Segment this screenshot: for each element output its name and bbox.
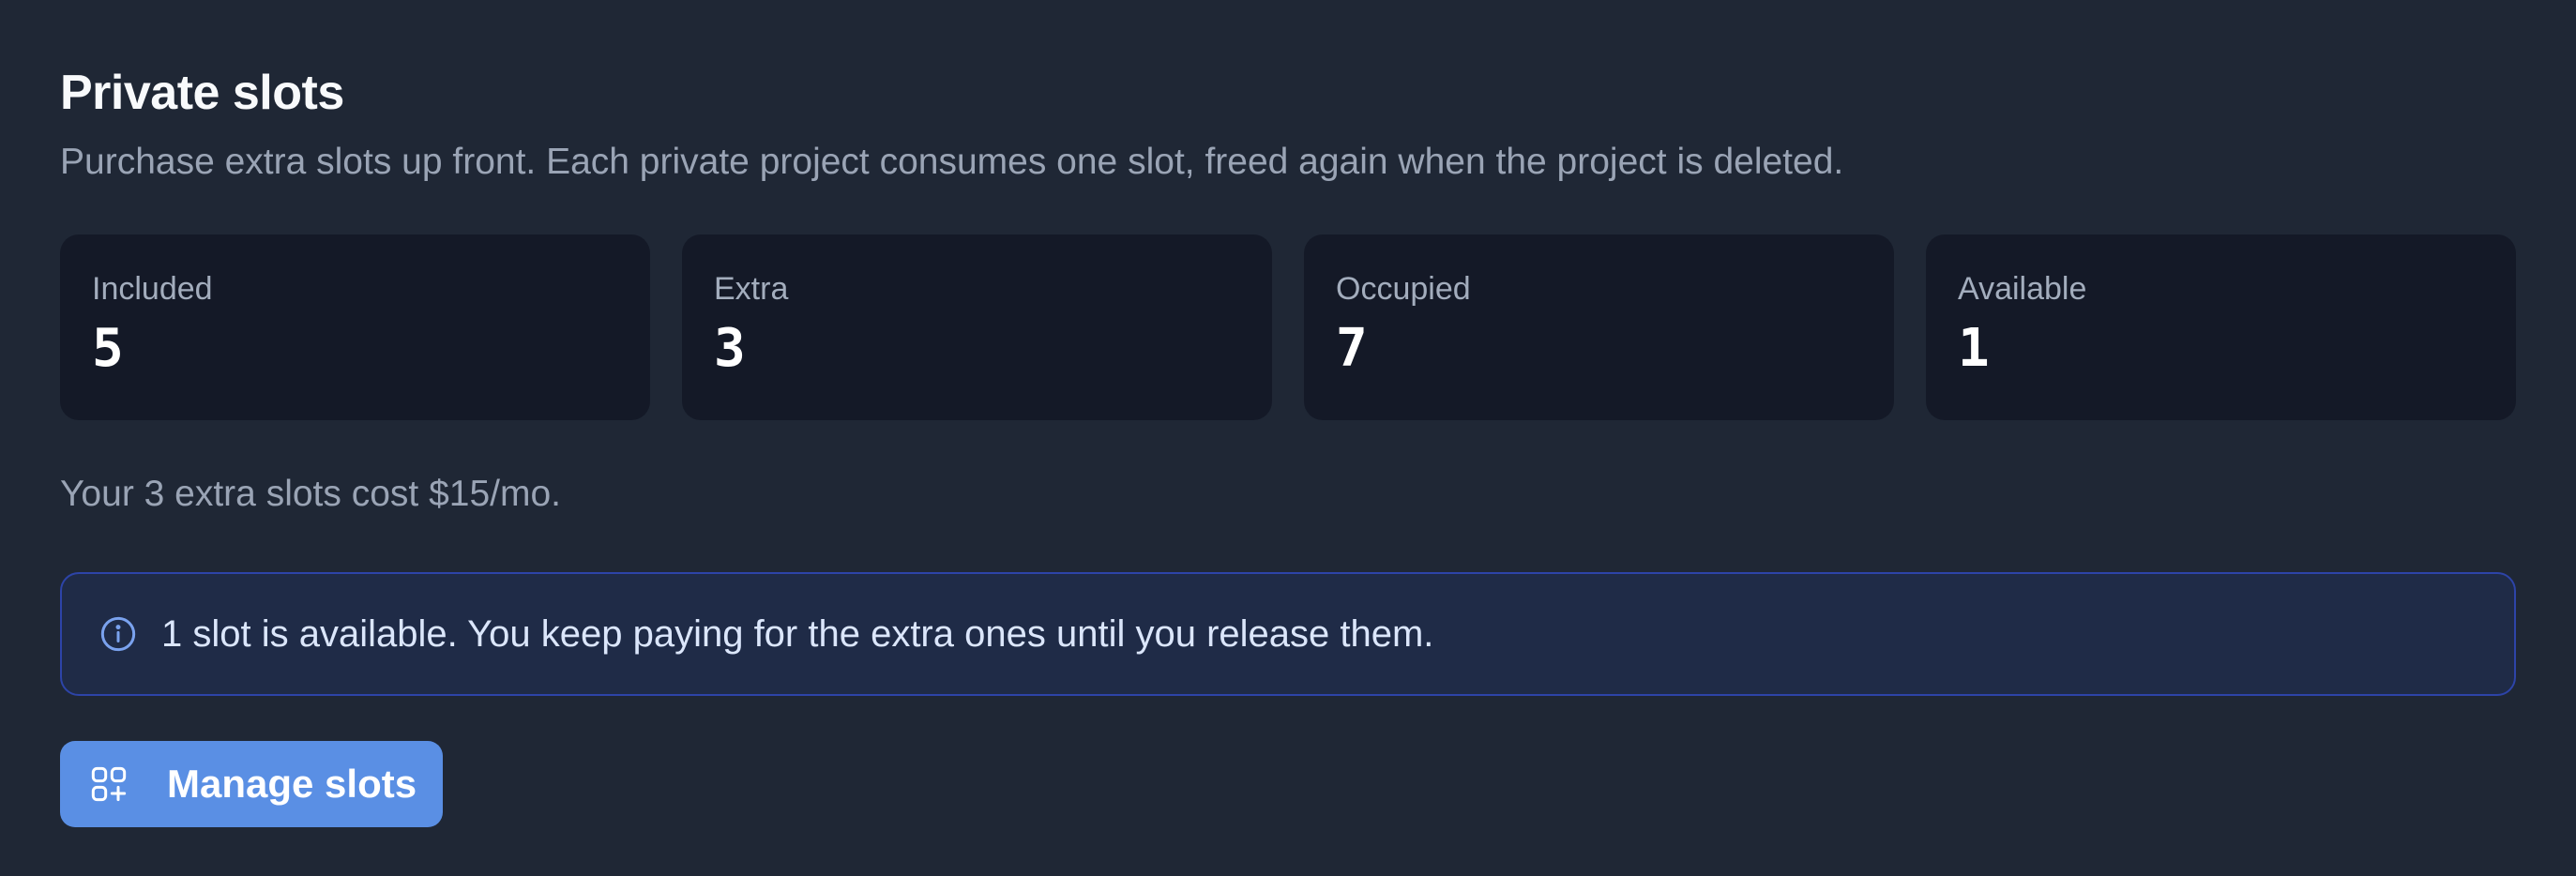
stat-value: 3 [714, 318, 746, 379]
manage-slots-label: Manage slots [167, 762, 417, 806]
section-description: Purchase extra slots up front. Each priv… [60, 142, 1844, 182]
private-slots-panel: Private slots Purchase extra slots up fr… [0, 0, 2576, 876]
stat-card-occupied: Occupied 7 [1304, 234, 1894, 420]
stat-label: Available [1958, 271, 2087, 307]
slot-stats: Included 5 Extra 3 Occupied 7 Available … [60, 234, 2516, 420]
stat-label: Occupied [1336, 271, 1471, 307]
info-banner-text: 1 slot is available. You keep paying for… [161, 613, 1434, 655]
stat-card-extra: Extra 3 [682, 234, 1272, 420]
info-banner: 1 slot is available. You keep paying for… [60, 572, 2516, 696]
stat-label: Extra [714, 271, 789, 307]
info-icon [100, 616, 136, 652]
cost-note: Your 3 extra slots cost $15/mo. [60, 474, 562, 514]
apps-add-icon [91, 766, 127, 802]
stat-value: 5 [92, 318, 124, 379]
section-title: Private slots [60, 66, 344, 120]
stat-label: Included [92, 271, 213, 307]
manage-slots-button[interactable]: Manage slots [60, 741, 444, 827]
stat-value: 7 [1336, 318, 1368, 379]
stat-value: 1 [1958, 318, 1990, 379]
stat-card-included: Included 5 [60, 234, 650, 420]
stat-card-available: Available 1 [1926, 234, 2516, 420]
